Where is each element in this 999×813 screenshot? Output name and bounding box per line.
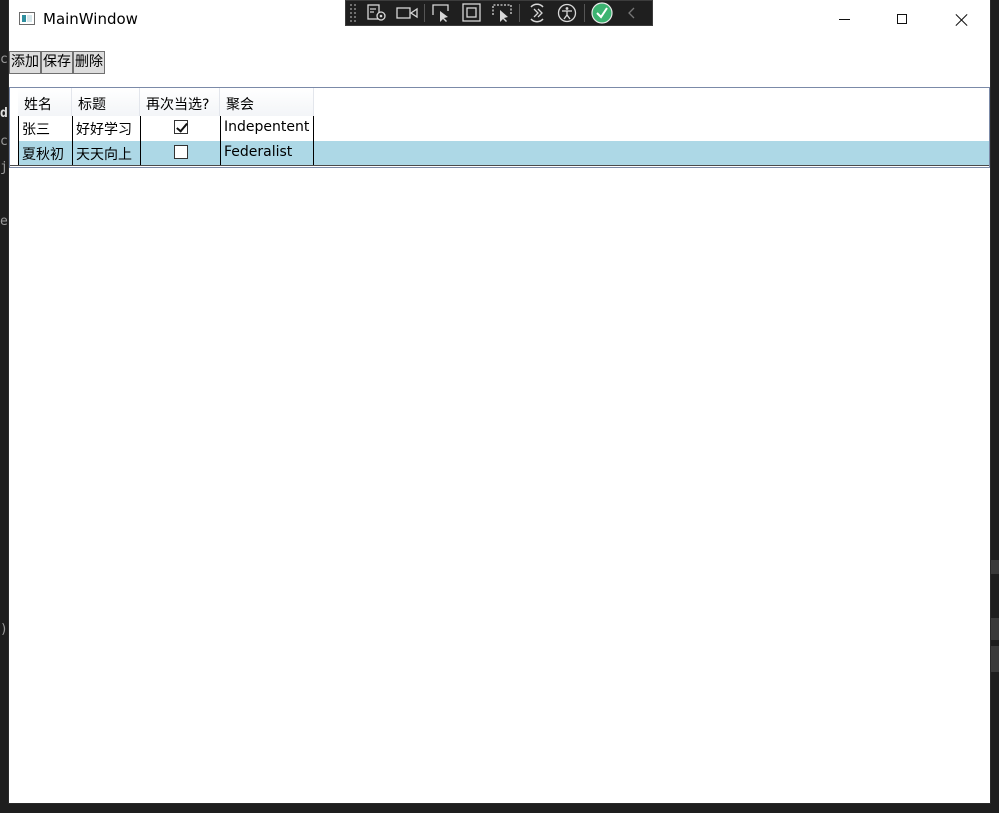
- track-focus-icon: [492, 4, 512, 22]
- cell-reelect[interactable]: [140, 141, 220, 165]
- background-fragment: j: [0, 160, 8, 175]
- reelect-checkbox[interactable]: [173, 145, 188, 159]
- toolbar-separator: [584, 4, 585, 22]
- cell-title[interactable]: 天天向上: [72, 141, 140, 165]
- binding-ok-check-icon: [591, 2, 613, 24]
- toolbar-separator: [519, 4, 520, 22]
- save-button[interactable]: 保存: [41, 51, 73, 74]
- add-button[interactable]: 添加: [9, 51, 41, 74]
- background-fragment: c: [0, 52, 8, 67]
- display-layout-adorners-button[interactable]: [457, 1, 487, 25]
- reelect-checkbox[interactable]: [173, 120, 188, 134]
- select-all-corner[interactable]: [10, 88, 18, 116]
- table-row[interactable]: 张三 好好学习 Indepentent: [10, 116, 989, 142]
- display-layout-adorners-icon: [462, 3, 481, 22]
- background-fragment: [991, 646, 999, 672]
- data-grid[interactable]: 姓名 标题 再次当选? 聚会 张三 好好学习 Indepentent 夏秋初 天…: [9, 87, 990, 168]
- cell-name[interactable]: 张三: [18, 116, 72, 141]
- cell-reelect[interactable]: [140, 116, 220, 141]
- cell-party[interactable]: Indepentent: [220, 116, 314, 141]
- xaml-debug-toolbar: [345, 0, 653, 26]
- column-header-name[interactable]: 姓名: [18, 88, 72, 116]
- background-fragment: ): [0, 622, 8, 637]
- live-visual-tree-button[interactable]: [362, 1, 392, 25]
- cell-title[interactable]: 好好学习: [72, 116, 140, 141]
- row-header[interactable]: [10, 141, 18, 165]
- cell-party[interactable]: Federalist: [220, 141, 314, 165]
- accessibility-button[interactable]: [552, 1, 582, 25]
- record-icon: [396, 7, 418, 19]
- background-fragment: e: [0, 214, 8, 229]
- drag-grip[interactable]: [349, 3, 357, 23]
- maximize-icon: [897, 14, 907, 24]
- minimize-button[interactable]: [815, 0, 873, 38]
- maximize-button[interactable]: [873, 0, 931, 38]
- background-fragment: [991, 618, 999, 640]
- column-header-title[interactable]: 标题: [72, 88, 140, 116]
- delete-button[interactable]: 删除: [73, 51, 105, 74]
- column-header-reelect[interactable]: 再次当选?: [140, 88, 220, 116]
- hot-reload-icon: [530, 3, 544, 23]
- row-header[interactable]: [10, 116, 18, 141]
- background-fragment: [991, 560, 999, 574]
- grid-header: 姓名 标题 再次当选? 聚会: [10, 88, 989, 117]
- background-fragment: c: [0, 134, 8, 149]
- background-fragment: d: [0, 106, 8, 121]
- collapse-toolbar-button[interactable]: [617, 1, 647, 25]
- select-element-icon: [432, 4, 449, 22]
- window-title: MainWindow: [43, 10, 138, 28]
- collapse-chevron-icon: [628, 7, 635, 19]
- binding-status-button[interactable]: [587, 1, 617, 25]
- track-focus-button[interactable]: [487, 1, 517, 25]
- main-window: MainWindow 添加 保存 删除 姓名 标题 再次当选? 聚会 张三 好好…: [9, 0, 990, 803]
- close-button[interactable]: [932, 0, 990, 38]
- close-icon: [955, 13, 968, 26]
- select-element-button[interactable]: [427, 1, 457, 25]
- accessibility-icon: [557, 3, 577, 23]
- record-button[interactable]: [392, 1, 422, 25]
- live-visual-tree-icon: [367, 4, 386, 21]
- minimize-icon: [838, 18, 850, 20]
- app-window-icon: [19, 12, 35, 25]
- table-row-selected[interactable]: 夏秋初 天天向上 Federalist: [10, 141, 989, 166]
- cell-name[interactable]: 夏秋初: [18, 141, 72, 165]
- toolbar-separator: [424, 4, 425, 22]
- command-toolbar: 添加 保存 删除: [9, 51, 105, 74]
- column-header-party[interactable]: 聚会: [220, 88, 314, 116]
- hot-reload-button[interactable]: [522, 1, 552, 25]
